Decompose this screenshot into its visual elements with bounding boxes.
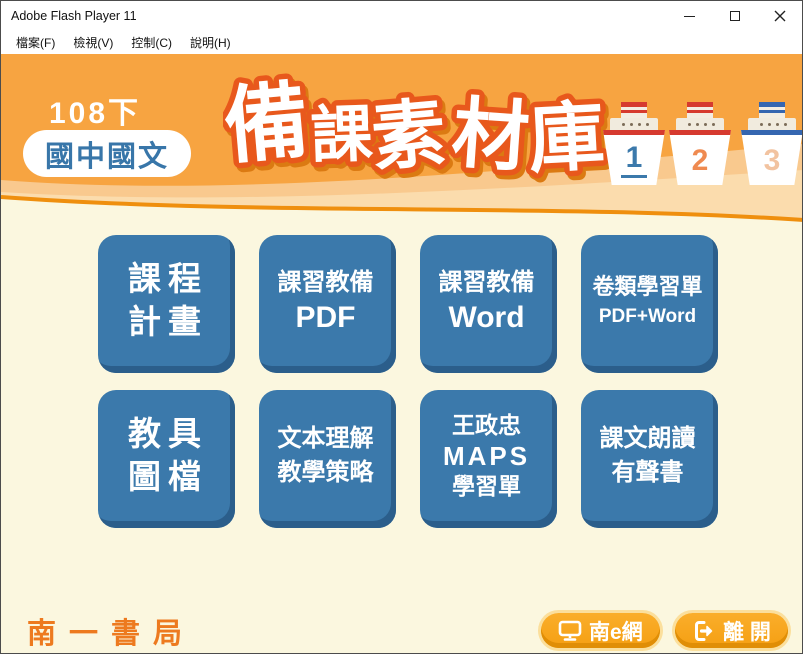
close-button[interactable] bbox=[757, 1, 802, 31]
tile-maps-worksheets[interactable]: 王政忠 MAPS 學習單 bbox=[420, 390, 557, 528]
tile-label: 有聲書 bbox=[600, 456, 696, 490]
menu-help[interactable]: 說明(H) bbox=[181, 32, 240, 53]
tile-label: 圖檔 bbox=[121, 456, 208, 499]
app-title: 備 課 素 材 庫 bbox=[223, 64, 615, 190]
publisher-logo: 南一書局 bbox=[27, 610, 195, 652]
maximize-icon bbox=[730, 11, 740, 21]
exit-icon bbox=[692, 619, 716, 643]
tile-label: 卷類學習單 bbox=[592, 271, 702, 303]
tile-label: 文本理解 bbox=[278, 422, 374, 456]
title-char: 備 bbox=[223, 73, 312, 174]
svg-text:備 課 素: 備 課 素 材 庫 bbox=[223, 73, 607, 183]
menu-control[interactable]: 控制(C) bbox=[122, 32, 181, 53]
tile-label: 課程 bbox=[121, 258, 208, 301]
exit-label: 離 開 bbox=[723, 616, 771, 646]
tile-text-audio-book[interactable]: 課文朗讀 有聲書 bbox=[581, 390, 718, 528]
boat-hull-icon: 1 bbox=[603, 130, 665, 185]
title-char: 課 bbox=[310, 100, 374, 171]
tile-label: PDF+Word bbox=[592, 303, 702, 332]
boat-volume-3[interactable]: 3 bbox=[741, 102, 803, 188]
tile-worksheets-pdf-word[interactable]: 卷類學習單 PDF+Word bbox=[581, 235, 718, 373]
nan-e-web-button[interactable]: 南e網 bbox=[541, 613, 660, 648]
minimize-button[interactable] bbox=[667, 1, 712, 31]
window-title: Adobe Flash Player 11 bbox=[11, 9, 137, 23]
monitor-icon bbox=[558, 620, 582, 642]
title-char: 庫 bbox=[526, 94, 606, 183]
tile-label: 教具 bbox=[121, 413, 208, 456]
titlebar: Adobe Flash Player 11 bbox=[1, 1, 802, 31]
semester-label: 108下 bbox=[49, 88, 141, 132]
boat-number: 2 bbox=[692, 146, 709, 176]
tile-teaching-aid-images[interactable]: 教具 圖檔 bbox=[98, 390, 235, 528]
tile-label: 課文朗讀 bbox=[600, 422, 696, 456]
boat-number: 3 bbox=[764, 146, 781, 176]
menu-view[interactable]: 檢視(V) bbox=[64, 32, 122, 53]
tile-textbook-word[interactable]: 課習教備 Word bbox=[420, 235, 557, 373]
tile-label: PDF bbox=[278, 300, 374, 336]
tile-label: 教學策略 bbox=[278, 456, 374, 490]
boat-deck-icon bbox=[676, 118, 724, 131]
title-char: 材 bbox=[449, 90, 532, 181]
tile-label: Word bbox=[439, 300, 535, 336]
close-icon bbox=[774, 10, 786, 22]
minimize-icon bbox=[684, 16, 695, 17]
boat-volume-2[interactable]: 2 bbox=[669, 102, 731, 188]
tile-label: 課習教備 bbox=[278, 266, 374, 300]
menu-file[interactable]: 檔案(F) bbox=[7, 32, 64, 53]
tile-label: 學習單 bbox=[443, 472, 530, 501]
boat-hull-icon: 3 bbox=[741, 130, 803, 185]
boat-number: 1 bbox=[621, 143, 648, 178]
window-controls bbox=[667, 1, 802, 31]
maximize-button[interactable] bbox=[712, 1, 757, 31]
tile-label: 課習教備 bbox=[439, 266, 535, 300]
boat-volume-1[interactable]: 1 bbox=[603, 102, 665, 188]
tile-label: 計畫 bbox=[121, 301, 208, 344]
tile-label: 王政忠 bbox=[443, 411, 530, 440]
boat-deck-icon bbox=[748, 118, 796, 131]
tile-label: MAPS bbox=[443, 440, 530, 473]
menubar: 檔案(F) 檢視(V) 控制(C) 說明(H) bbox=[1, 31, 802, 54]
nan-e-web-label: 南e網 bbox=[589, 616, 643, 646]
title-char: 素 bbox=[368, 91, 449, 180]
tile-textbook-pdf[interactable]: 課習教備 PDF bbox=[259, 235, 396, 373]
flash-player-window: Adobe Flash Player 11 檔案(F) 檢視(V) 控制(C) … bbox=[0, 0, 803, 654]
boat-deck-icon bbox=[610, 118, 658, 131]
boat-hull-icon: 2 bbox=[669, 130, 731, 185]
tile-text-comprehension-strategy[interactable]: 文本理解 教學策略 bbox=[259, 390, 396, 528]
exit-button[interactable]: 離 開 bbox=[675, 613, 788, 648]
flash-stage: 108下 國中國文 備 課 素 材 庫 1 bbox=[1, 54, 802, 653]
subject-pill: 國中國文 bbox=[23, 130, 191, 177]
tile-curriculum-plan[interactable]: 課程 計畫 bbox=[98, 235, 235, 373]
